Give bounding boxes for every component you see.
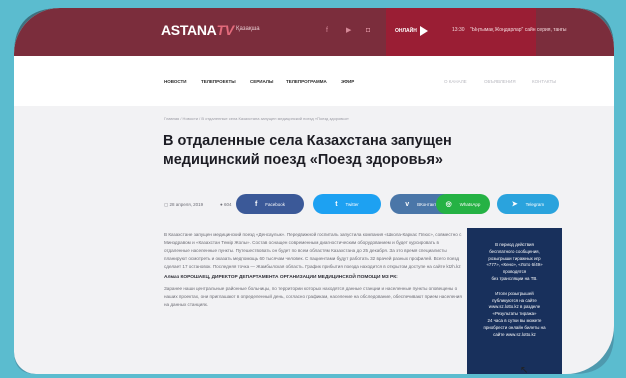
banner-line: проводятся bbox=[502, 269, 527, 275]
logo-tv-text: TV bbox=[216, 22, 235, 38]
facebook-icon[interactable]: f bbox=[326, 27, 333, 34]
banner-line: публикуются на сайте bbox=[492, 297, 537, 303]
article-body: В Казахстане запущен медицинский поезд «… bbox=[164, 231, 464, 311]
logo-text: ASTANA bbox=[161, 22, 217, 38]
nav-item-news[interactable]: НОВОСТИ bbox=[164, 79, 187, 84]
live-label[interactable]: ОНЛАЙН bbox=[395, 28, 417, 34]
vk-icon: v bbox=[405, 200, 410, 208]
share-label: Facebook bbox=[265, 201, 286, 207]
banner-line: 24 часа в сутки вы можете bbox=[487, 317, 542, 323]
article-views-text: 604 bbox=[223, 202, 232, 207]
play-icon[interactable] bbox=[420, 26, 428, 36]
nav-item-schedule[interactable]: ТЕЛЕПРОГРАММА bbox=[286, 79, 327, 84]
banner-line: бесплатного сообщения, bbox=[489, 248, 540, 254]
breadcrumb[interactable]: Главная / Новости / В отдаленные села Ка… bbox=[164, 116, 349, 121]
banner-line: без трансляции на ТВ. bbox=[491, 275, 538, 281]
banner-line: сайте www.sz.lotto.kz bbox=[493, 331, 536, 337]
article-paragraph: В Казахстане запущен медицинский поезд «… bbox=[164, 232, 462, 270]
banner-line: Итоги розыгрышей bbox=[495, 290, 534, 296]
youtube-icon[interactable]: ▶ bbox=[346, 27, 353, 34]
banner-block-2: Итоги розыгрышей публикуются на сайте ww… bbox=[483, 291, 545, 337]
page-title: В отдаленные села Казахстана запущен мед… bbox=[163, 133, 452, 168]
article-date: ▢ 28 апреля, 2019 bbox=[164, 202, 204, 207]
nav-item-contacts[interactable]: КОНТАКТЫ bbox=[532, 79, 556, 84]
language-switch[interactable]: Қазақша bbox=[236, 26, 260, 32]
banner-line: приобрести онлайн билеты на bbox=[483, 324, 546, 330]
banner-line: розыгрыши тиражных игр bbox=[488, 255, 541, 261]
nav-item-series[interactable]: СЕРИАЛЫ bbox=[250, 79, 273, 84]
now-playing[interactable]: "Ыңтымақ Жоңдарлар" сайн серия, тангы bbox=[470, 27, 566, 33]
site-header: ASTANATV Қазақша f ▶ ◘ ОНЛАЙН 13:30 "Ыңт… bbox=[14, 8, 614, 56]
telegram-icon: ➤ bbox=[511, 201, 518, 208]
article-views: ● 604 bbox=[220, 202, 232, 207]
article-paragraph: Заранее наши центральные районные больни… bbox=[164, 285, 462, 307]
schedule-time: 13:30 bbox=[452, 27, 465, 33]
banner-block-1: В период действия бесплатного сообщения,… bbox=[467, 242, 562, 283]
share-twitter-button[interactable]: t Twitter bbox=[313, 194, 381, 214]
share-label: Twitter bbox=[345, 201, 359, 207]
browser-page: ASTANATV Қазақша f ▶ ◘ ОНЛАЙН 13:30 "Ыңт… bbox=[14, 8, 614, 374]
main-nav: НОВОСТИ ТЕЛЕПРОЕКТЫ СЕРИАЛЫ ТЕЛЕПРОГРАММ… bbox=[14, 56, 614, 106]
twitter-icon: t bbox=[335, 200, 338, 208]
facebook-icon: f bbox=[254, 200, 258, 208]
share-label: Telegram bbox=[525, 201, 545, 207]
article-date-text: 28 апреля, 2019 bbox=[169, 202, 204, 207]
whatsapp-icon: ◎ bbox=[445, 201, 452, 208]
mouse-cursor-icon: ↖ bbox=[520, 365, 529, 374]
banner-line: «777», «Кено», «Лото 6/49» bbox=[486, 262, 543, 268]
share-facebook-button[interactable]: f Facebook bbox=[236, 194, 304, 214]
banner-line: www.sz.lotto.kz в разделе bbox=[488, 304, 541, 310]
nav-item-air[interactable]: ЭФИР bbox=[341, 79, 354, 84]
lottery-banner[interactable]: В период действия бесплатного сообщения,… bbox=[467, 228, 562, 374]
share-telegram-button[interactable]: ➤ Telegram bbox=[497, 194, 559, 214]
instagram-icon[interactable]: ◘ bbox=[366, 27, 373, 34]
nav-item-ads[interactable]: ОБЪЯВЛЕНИЯ bbox=[484, 79, 516, 84]
share-label: WhatsApp bbox=[459, 201, 481, 207]
banner-line: «Результаты тиража» bbox=[492, 311, 537, 317]
share-whatsapp-button[interactable]: ◎ WhatsApp bbox=[436, 194, 490, 214]
site-logo[interactable]: ASTANATV bbox=[161, 22, 234, 38]
nav-item-about[interactable]: О КАНАЛЕ bbox=[444, 79, 467, 84]
quote-heading: Алмаз КОРОШАЕЦ, ДИРЕКТОР ДЕПАРТАМЕНТА ОР… bbox=[164, 275, 398, 281]
banner-line: В период действия bbox=[495, 242, 534, 247]
nav-item-projects[interactable]: ТЕЛЕПРОЕКТЫ bbox=[201, 79, 236, 84]
